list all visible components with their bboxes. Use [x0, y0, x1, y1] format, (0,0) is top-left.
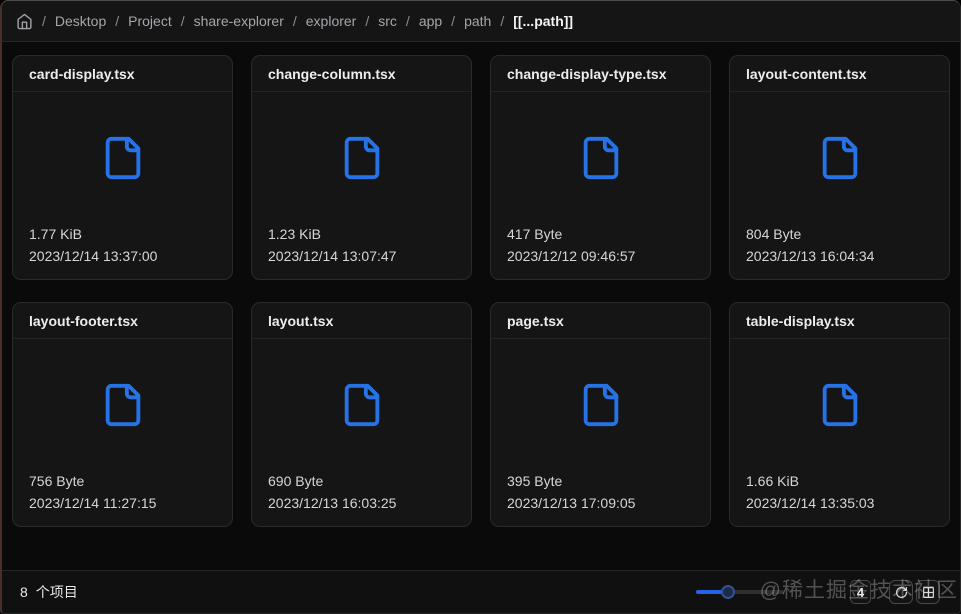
breadcrumb: / Desktop / Project / share-explorer / e… — [2, 1, 960, 42]
file-icon — [344, 136, 379, 179]
file-name: layout-footer.tsx — [13, 303, 232, 339]
file-size: 1.77 KiB — [29, 226, 82, 242]
item-count: 8 — [20, 584, 28, 600]
grid-icon — [922, 586, 934, 598]
file-icon — [583, 136, 618, 179]
file-size: 804 Byte — [746, 226, 802, 242]
breadcrumb-item-app[interactable]: app — [419, 13, 442, 29]
file-size: 1.66 KiB — [746, 473, 799, 489]
item-count-label: 个项目 — [35, 584, 78, 600]
file-explorer-window: / Desktop / Project / share-explorer / e… — [0, 0, 961, 614]
file-size: 395 Byte — [507, 473, 563, 489]
breadcrumb-item-path[interactable]: path — [464, 13, 491, 29]
file-icon — [822, 383, 857, 426]
breadcrumb-separator: / — [451, 13, 456, 29]
breadcrumb-separator: / — [292, 13, 297, 29]
file-card[interactable]: layout-footer.tsx 756 Byte 2023/12/14 11… — [12, 302, 233, 527]
file-size: 690 Byte — [268, 473, 324, 489]
breadcrumb-item-project[interactable]: Project — [128, 13, 172, 29]
file-modified: 2023/12/14 13:37:00 — [29, 248, 158, 264]
slider-thumb[interactable] — [720, 585, 735, 599]
file-icon — [344, 383, 379, 426]
file-name: change-column.tsx — [252, 56, 471, 92]
file-name: table-display.tsx — [730, 303, 949, 339]
refresh-button[interactable] — [889, 580, 913, 604]
breadcrumb-separator: / — [365, 13, 370, 29]
breadcrumb-item-share-explorer[interactable]: share-explorer — [194, 13, 284, 29]
file-card[interactable]: page.tsx 395 Byte 2023/12/13 17:09:05 — [490, 302, 711, 527]
file-card[interactable]: table-display.tsx 1.66 KiB 2023/12/14 13… — [729, 302, 950, 527]
column-count-value: 4 — [850, 580, 871, 604]
breadcrumb-separator: / — [42, 13, 46, 29]
breadcrumb-separator: / — [500, 13, 505, 29]
file-modified: 2023/12/12 09:46:57 — [507, 248, 636, 264]
file-card[interactable]: change-display-type.tsx 417 Byte 2023/12… — [490, 55, 711, 280]
file-modified: 2023/12/14 11:27:15 — [29, 495, 157, 511]
file-modified: 2023/12/14 13:07:47 — [268, 248, 397, 264]
file-size: 1.23 KiB — [268, 226, 321, 242]
file-name: page.tsx — [491, 303, 710, 339]
file-name: layout-content.tsx — [730, 56, 949, 92]
file-size: 417 Byte — [507, 226, 563, 242]
file-modified: 2023/12/14 13:35:03 — [746, 495, 875, 511]
file-icon — [105, 383, 140, 426]
file-modified: 2023/12/13 16:04:34 — [746, 248, 875, 264]
file-icon — [583, 383, 618, 426]
file-card[interactable]: layout.tsx 690 Byte 2023/12/13 16:03:25 — [251, 302, 472, 527]
breadcrumb-item-desktop[interactable]: Desktop — [55, 13, 106, 29]
file-name: layout.tsx — [252, 303, 471, 339]
breadcrumb-item-src[interactable]: src — [378, 13, 397, 29]
file-name: change-display-type.tsx — [491, 56, 710, 92]
breadcrumb-separator: / — [180, 13, 185, 29]
file-modified: 2023/12/13 17:09:05 — [507, 495, 636, 511]
file-card[interactable]: layout-content.tsx 804 Byte 2023/12/13 1… — [729, 55, 950, 280]
file-icon — [822, 136, 857, 179]
file-card[interactable]: change-column.tsx 1.23 KiB 2023/12/14 13… — [251, 55, 472, 280]
file-size: 756 Byte — [29, 473, 85, 489]
breadcrumb-item-explorer[interactable]: explorer — [306, 13, 357, 29]
home-icon[interactable] — [16, 13, 33, 30]
file-name: card-display.tsx — [13, 56, 232, 92]
refresh-icon — [895, 586, 907, 598]
breadcrumb-separator: / — [405, 13, 410, 29]
file-grid: card-display.tsx 1.77 KiB 2023/12/14 13:… — [2, 42, 960, 540]
breadcrumb-separator: / — [115, 13, 120, 29]
file-card[interactable]: card-display.tsx 1.77 KiB 2023/12/14 13:… — [12, 55, 233, 280]
file-icon — [105, 136, 140, 179]
file-modified: 2023/12/13 16:03:25 — [268, 495, 397, 511]
display-type-toggle-button[interactable] — [916, 580, 940, 604]
status-bar: 8 个项目 4 @稀土掘金技术社区 — [2, 570, 960, 613]
breadcrumb-current: [[...path]] — [513, 13, 574, 29]
column-slider[interactable] — [696, 584, 784, 600]
